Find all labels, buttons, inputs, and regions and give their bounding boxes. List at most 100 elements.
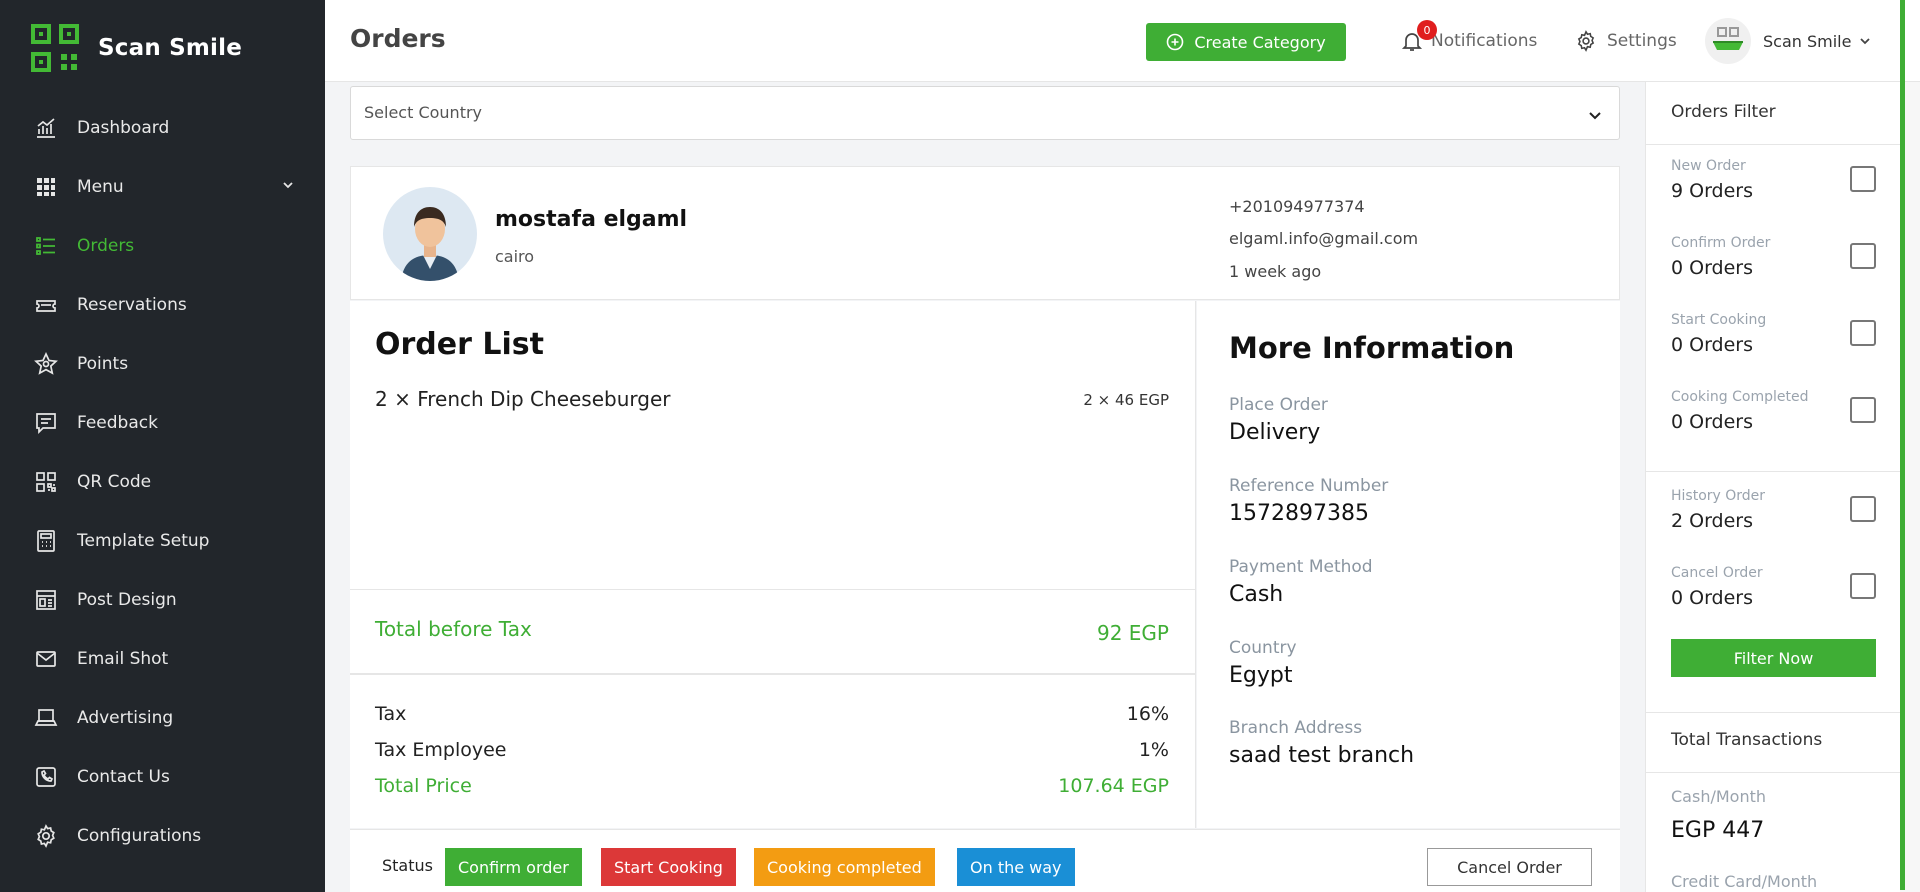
sidebar-item-dashboard[interactable]: Dashboard (0, 98, 325, 157)
sidebar-item-label: Email Shot (77, 648, 169, 669)
sidebar-item-configurations[interactable]: Configurations (0, 806, 325, 865)
cooking-completed-button[interactable]: Cooking completed (754, 848, 935, 886)
country-select[interactable]: Select Country (350, 86, 1620, 140)
country-value: Egypt (1229, 663, 1293, 688)
sidebar-item-reservations[interactable]: Reservations (0, 275, 325, 334)
sidebar-item-template-setup[interactable]: Template Setup (0, 511, 325, 570)
orders-filter-title: Orders Filter (1671, 102, 1776, 122)
laptop-icon (34, 706, 58, 730)
gear-icon (1577, 30, 1595, 52)
sidebar-item-orders[interactable]: Orders (0, 216, 325, 275)
cash-month-label: Cash/Month (1671, 787, 1766, 806)
filter-row-history-order: History Order 2 Orders (1671, 488, 1876, 548)
user-menu[interactable]: Scan Smile (1705, 18, 1871, 64)
notifications-label: Notifications (1431, 31, 1538, 51)
history-order-checkbox[interactable] (1850, 496, 1876, 522)
cancel-order-checkbox[interactable] (1850, 573, 1876, 599)
customer-phone: +201094977374 (1229, 197, 1365, 216)
page-title: Orders (350, 24, 446, 53)
qr-logo-icon (31, 24, 79, 72)
branch-address-label: Branch Address (1229, 718, 1363, 738)
order-item-name: 2 × French Dip Cheeseburger (375, 387, 671, 411)
customer-card: mostafa elgaml cairo +201094977374 elgam… (350, 166, 1620, 300)
order-time: 1 week ago (1229, 262, 1322, 281)
filter-now-button[interactable]: Filter Now (1671, 639, 1876, 677)
qr-logo-icon (1713, 27, 1743, 50)
sidebar-nav: Dashboard Menu Orders Reservations Point… (0, 98, 325, 865)
create-category-label: Create Category (1194, 32, 1326, 52)
confirm-order-checkbox[interactable] (1850, 243, 1876, 269)
filter-row-count: 2 Orders (1671, 510, 1754, 532)
cooking-completed-checkbox[interactable] (1850, 397, 1876, 423)
plus-circle-icon (1167, 33, 1184, 51)
sidebar-item-email-shot[interactable]: Email Shot (0, 629, 325, 688)
mail-icon (34, 647, 58, 671)
bell-icon: 0 (1401, 20, 1437, 52)
filter-row-count: 0 Orders (1671, 411, 1754, 433)
country-label: Country (1229, 638, 1297, 658)
tax-label: Tax (375, 703, 407, 725)
filter-row-count: 0 Orders (1671, 334, 1754, 356)
filter-row-label: Start Cooking (1671, 312, 1767, 328)
notifications[interactable]: 0 Notifications (1401, 20, 1538, 52)
sidebar-item-label: Advertising (77, 707, 174, 728)
payment-method-value: Cash (1229, 582, 1284, 607)
brand[interactable]: Scan Smile (30, 22, 242, 74)
divider (350, 673, 1196, 675)
order-item-price: 2 × 46 EGP (1083, 391, 1169, 409)
total-before-tax-label: Total before Tax (375, 617, 532, 641)
customer-avatar (383, 187, 477, 281)
tax-employee-value: 1% (1138, 739, 1169, 761)
confirm-order-button[interactable]: Confirm order (445, 848, 582, 886)
place-order-value: Delivery (1229, 420, 1321, 445)
sidebar-item-post-design[interactable]: Post Design (0, 570, 325, 629)
filter-row-new-order: New Order 9 Orders (1671, 158, 1876, 218)
on-the-way-button[interactable]: On the way (957, 848, 1075, 886)
filter-row-label: History Order (1671, 488, 1766, 504)
order-status-bar: Status Confirm order Start Cooking Cooki… (350, 829, 1620, 892)
avatar (1705, 18, 1751, 64)
sidebar-item-points[interactable]: Points (0, 334, 325, 393)
chevron-down-icon[interactable] (281, 178, 295, 192)
ticket-icon (34, 293, 58, 317)
sidebar-item-feedback[interactable]: Feedback (0, 393, 325, 452)
sidebar-item-label: Feedback (77, 412, 158, 433)
customer-email: elgaml.info@gmail.com (1229, 229, 1419, 248)
filter-row-count: 0 Orders (1671, 587, 1754, 609)
sidebar-item-label: Contact Us (77, 766, 170, 787)
sidebar-item-label: Orders (77, 235, 135, 256)
chevron-down-icon (1860, 38, 1871, 45)
settings-label: Settings (1607, 31, 1677, 51)
cancel-order-button[interactable]: Cancel Order (1427, 848, 1592, 886)
place-order-label: Place Order (1229, 395, 1328, 415)
scrollbar-thumb[interactable] (1900, 0, 1905, 890)
orders-filter-panel: Orders Filter New Order 9 Orders Confirm… (1645, 82, 1901, 892)
filter-row-label: Confirm Order (1671, 235, 1771, 251)
total-price-label: Total Price (375, 775, 472, 797)
reference-number-value: 1572897385 (1229, 501, 1369, 526)
filter-row-count: 0 Orders (1671, 257, 1754, 279)
brand-name: Scan Smile (98, 35, 242, 61)
filter-row-confirm-order: Confirm Order 0 Orders (1671, 235, 1876, 295)
qr-icon (34, 470, 58, 494)
new-order-checkbox[interactable] (1850, 166, 1876, 192)
filter-row-count: 9 Orders (1671, 180, 1754, 202)
divider (1646, 712, 1901, 713)
user-name: Scan Smile (1763, 31, 1852, 51)
settings-link[interactable]: Settings (1575, 30, 1677, 52)
chevron-down-icon (1589, 112, 1601, 120)
sidebar-item-contact-us[interactable]: Contact Us (0, 747, 325, 806)
customer-name: mostafa elgaml (495, 207, 688, 232)
sidebar-item-label: Configurations (77, 825, 202, 846)
divider (1646, 772, 1901, 773)
sidebar-item-menu[interactable]: Menu (0, 157, 325, 216)
start-cooking-checkbox[interactable] (1850, 320, 1876, 346)
cash-month-value: EGP 447 (1671, 818, 1765, 843)
sidebar-item-qr-code[interactable]: QR Code (0, 452, 325, 511)
create-category-button[interactable]: Create Category (1146, 23, 1346, 61)
start-cooking-button[interactable]: Start Cooking (601, 848, 736, 886)
credit-card-month-label: Credit Card/Month (1671, 872, 1818, 891)
filter-row-cancel-order: Cancel Order 0 Orders (1671, 565, 1876, 625)
phone-icon (34, 765, 58, 789)
sidebar-item-advertising[interactable]: Advertising (0, 688, 325, 747)
